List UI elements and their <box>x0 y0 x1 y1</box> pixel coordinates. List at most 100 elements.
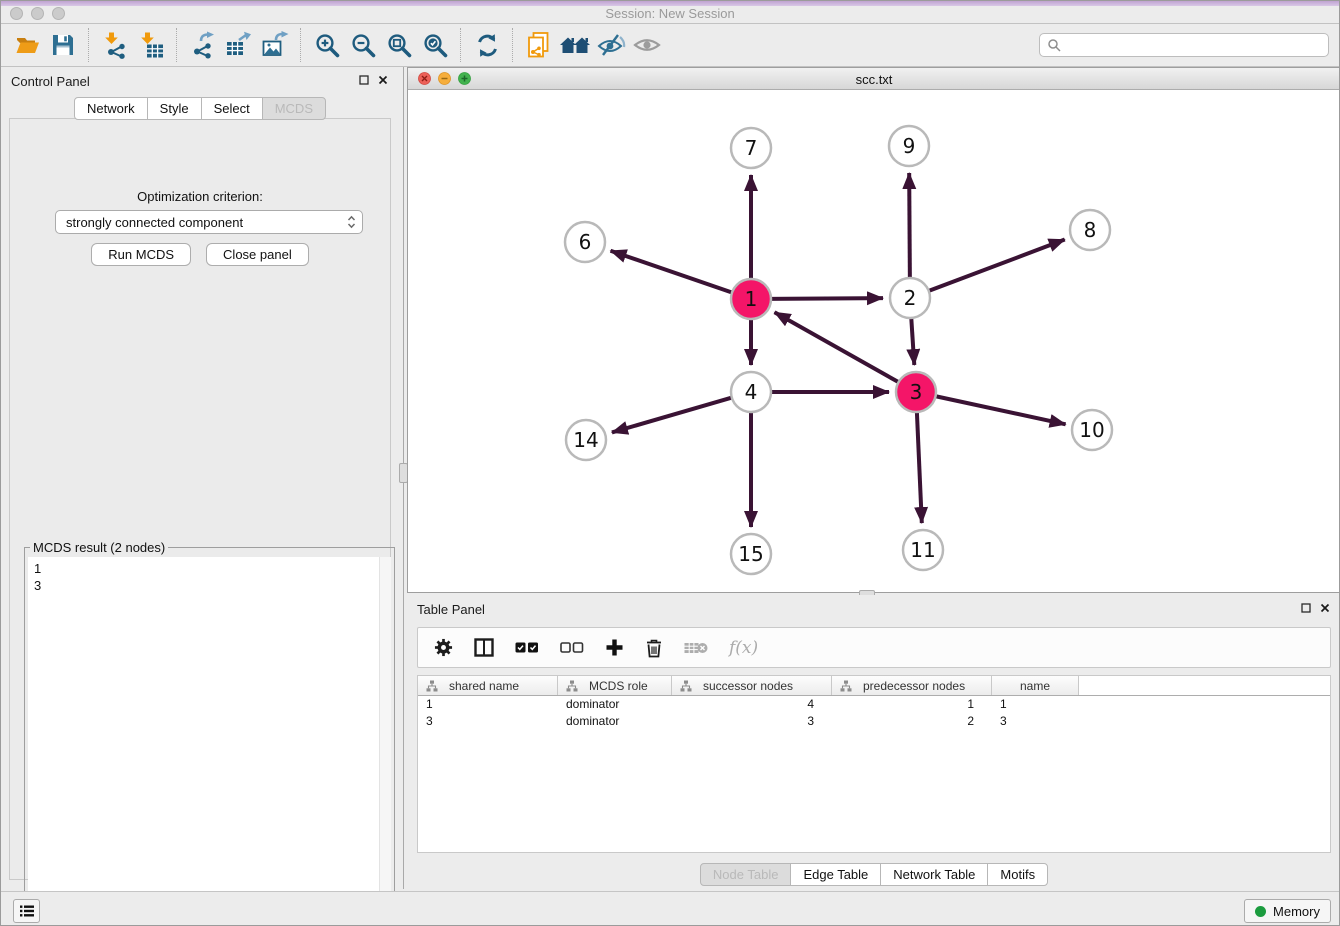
houses-icon <box>559 32 591 58</box>
export-table-icon <box>225 31 253 59</box>
delete-table-button[interactable] <box>684 640 708 656</box>
node-label-4: 4 <box>745 380 758 404</box>
tab-select[interactable]: Select <box>201 97 263 120</box>
zoom-selected-button[interactable] <box>417 26 453 64</box>
table-body: 1dominator4113dominator323 <box>418 696 1330 729</box>
export-image-button[interactable] <box>257 26 293 64</box>
node-label-3: 3 <box>910 380 923 404</box>
column-header-successor-nodes[interactable]: successor nodes <box>672 676 832 695</box>
select-all-columns-button[interactable] <box>515 641 539 654</box>
eye-slash-icon <box>596 31 626 59</box>
tab-node-table[interactable]: Node Table <box>700 863 792 886</box>
table-cell: 2 <box>832 714 992 728</box>
edge-2-9[interactable] <box>909 173 910 279</box>
table-cell: 3 <box>992 714 1079 728</box>
control-panel: Control Panel NetworkStyleSelectMCDS Opt… <box>1 67 399 889</box>
delete-table-icon <box>684 640 708 656</box>
column-header-predecessor-nodes[interactable]: predecessor nodes <box>832 676 992 695</box>
table-header-row: shared name MCDS role successor nodes prede… <box>418 676 1330 696</box>
edge-2-3[interactable] <box>911 317 914 365</box>
export-network-icon <box>189 31 217 59</box>
import-table-button[interactable] <box>133 26 169 64</box>
column-header-name[interactable]: name <box>992 676 1079 695</box>
tab-mcds[interactable]: MCDS <box>262 97 326 120</box>
table-settings-button[interactable] <box>434 638 453 657</box>
table-row[interactable]: 3dominator323 <box>418 713 1330 730</box>
open-session-button[interactable] <box>9 26 45 64</box>
zoom-fit-icon <box>386 32 413 59</box>
unselect-all-columns-button[interactable] <box>560 641 584 654</box>
hide-panels-button[interactable] <box>593 26 629 64</box>
search-box[interactable] <box>1039 33 1329 57</box>
edge-1-2[interactable] <box>770 298 883 299</box>
network-canvas[interactable]: 1234678910111415 <box>408 90 1340 592</box>
task-history-button[interactable] <box>13 899 40 923</box>
close-panel-icon[interactable] <box>1320 603 1330 613</box>
edge-1-6[interactable] <box>611 251 733 293</box>
column-label: name <box>1020 679 1050 693</box>
edge-3-11[interactable] <box>917 411 922 523</box>
criterion-select[interactable]: strongly connected component <box>55 210 363 234</box>
column-label: shared name <box>449 679 519 693</box>
column-label: MCDS role <box>589 679 648 693</box>
float-panel-icon[interactable] <box>1301 603 1311 613</box>
column-header-shared-name[interactable]: shared name <box>418 676 558 695</box>
node-label-15: 15 <box>738 542 763 566</box>
add-column-button[interactable] <box>605 638 624 657</box>
window-title: Session: New Session <box>1 6 1339 21</box>
export-table-button[interactable] <box>221 26 257 64</box>
application-window: Session: New Session <box>0 0 1340 926</box>
gear-icon <box>434 638 453 657</box>
column-label: predecessor nodes <box>863 679 965 693</box>
edge-2-8[interactable] <box>928 240 1065 292</box>
table-panel-title: Table Panel <box>417 602 485 617</box>
show-home-panel-button[interactable] <box>557 26 593 64</box>
show-column-panel-button[interactable] <box>474 638 494 657</box>
split-panel-icon <box>474 638 494 657</box>
optimization-criterion-label: Optimization criterion: <box>10 189 390 204</box>
table-panel: Table Panel <box>407 595 1340 889</box>
edge-3-10[interactable] <box>935 396 1066 424</box>
result-scrollbar[interactable] <box>379 557 391 922</box>
zoom-in-button[interactable] <box>309 26 345 64</box>
plus-icon <box>605 638 624 657</box>
toolbar-separator <box>176 28 178 62</box>
export-network-button[interactable] <box>185 26 221 64</box>
new-network-from-selection-button[interactable] <box>521 26 557 64</box>
close-panel-button[interactable]: Close panel <box>206 243 309 266</box>
tab-style[interactable]: Style <box>147 97 202 120</box>
tab-network[interactable]: Network <box>74 97 148 120</box>
edge-4-14[interactable] <box>612 397 733 432</box>
delete-columns-button[interactable] <box>645 638 663 658</box>
zoom-out-icon <box>350 32 377 59</box>
import-network-button[interactable] <box>97 26 133 64</box>
close-panel-icon[interactable] <box>378 75 388 85</box>
network-window-title: scc.txt <box>408 72 1340 87</box>
apply-layout-button[interactable] <box>469 26 505 64</box>
table-cell: 1 <box>992 697 1079 711</box>
zoom-out-button[interactable] <box>345 26 381 64</box>
function-builder-button[interactable]: f(x) <box>729 638 758 658</box>
zoom-fit-button[interactable] <box>381 26 417 64</box>
tab-edge-table[interactable]: Edge Table <box>790 863 881 886</box>
tab-motifs[interactable]: Motifs <box>987 863 1048 886</box>
search-input[interactable] <box>1066 36 1328 54</box>
network-graph: 1234678910111415 <box>408 90 1340 592</box>
memory-button[interactable]: Memory <box>1244 899 1331 923</box>
refresh-icon <box>474 32 501 59</box>
window-titlebar: Session: New Session <box>1 1 1339 24</box>
tab-network-table[interactable]: Network Table <box>880 863 988 886</box>
save-session-button[interactable] <box>45 26 81 64</box>
show-panels-button[interactable] <box>629 26 665 64</box>
toolbar-separator <box>512 28 514 62</box>
toolbar-separator <box>88 28 90 62</box>
table-cell: 4 <box>672 697 832 711</box>
run-mcds-button[interactable]: Run MCDS <box>91 243 191 266</box>
column-header-MCDS-role[interactable]: MCDS role <box>558 676 672 695</box>
float-panel-icon[interactable] <box>359 75 369 85</box>
mcds-result-area[interactable]: 13 <box>28 557 391 922</box>
table-row[interactable]: 1dominator411 <box>418 696 1330 713</box>
hierarchy-icon <box>680 680 692 692</box>
network-window-titlebar: scc.txt <box>408 68 1340 90</box>
edge-3-1[interactable] <box>775 312 900 382</box>
